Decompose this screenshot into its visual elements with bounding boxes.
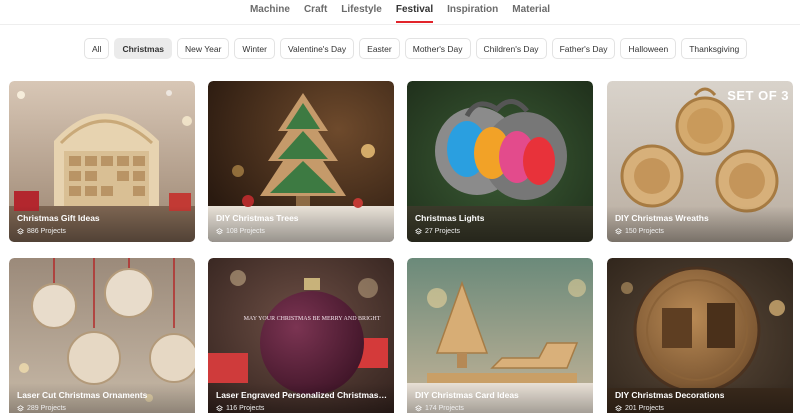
layers-icon bbox=[216, 228, 223, 235]
card-count-text: 174 Projects bbox=[425, 405, 464, 412]
filter-fathers-day[interactable]: Father's Day bbox=[551, 38, 616, 59]
tab-inspiration[interactable]: Inspiration bbox=[440, 0, 505, 24]
layers-icon bbox=[17, 228, 24, 235]
tab-craft[interactable]: Craft bbox=[297, 0, 334, 24]
project-card[interactable]: Christmas Lights 27 Projects bbox=[407, 81, 593, 242]
tab-material[interactable]: Material bbox=[505, 0, 557, 24]
layers-icon bbox=[415, 405, 422, 412]
layers-icon bbox=[216, 405, 223, 412]
tab-machine[interactable]: Machine bbox=[243, 0, 297, 24]
project-card[interactable]: MAY YOUR CHRISTMAS BE MERRY AND BRIGHT L… bbox=[208, 258, 394, 413]
card-count-text: 116 Projects bbox=[226, 405, 265, 412]
card-title: Laser Engraved Personalized Christmas Or… bbox=[216, 390, 388, 400]
card-count-text: 27 Projects bbox=[425, 228, 461, 235]
layers-icon bbox=[615, 228, 622, 235]
filter-childrens-day[interactable]: Children's Day bbox=[475, 38, 547, 59]
card-overlay bbox=[607, 206, 793, 242]
card-count: 201 Projects bbox=[615, 405, 664, 412]
card-title: DIY Christmas Decorations bbox=[615, 390, 725, 400]
project-card[interactable]: DIY Christmas Decorations 201 Projects bbox=[607, 258, 793, 413]
project-card[interactable]: Laser Cut Christmas Ornaments 289 Projec… bbox=[9, 258, 195, 413]
card-overlay bbox=[407, 206, 593, 242]
card-count-text: 201 Projects bbox=[625, 405, 664, 412]
filter-mothers-day[interactable]: Mother's Day bbox=[404, 38, 471, 59]
bauble-engraving: MAY YOUR CHRISTMAS BE MERRY AND BRIGHT bbox=[244, 316, 381, 322]
project-card[interactable]: SET OF 3 DIY Christmas Wreaths 150 Proje… bbox=[607, 81, 793, 242]
filter-valentines-day[interactable]: Valentine's Day bbox=[279, 38, 355, 59]
card-title: Laser Cut Christmas Ornaments bbox=[17, 390, 148, 400]
project-card[interactable]: Christmas Gift Ideas 886 Projects bbox=[9, 81, 195, 242]
card-title: DIY Christmas Card Ideas bbox=[415, 390, 519, 400]
card-count-text: 108 Projects bbox=[226, 228, 265, 235]
project-card[interactable]: DIY Christmas Card Ideas 174 Projects bbox=[407, 258, 593, 413]
filter-chips: All Christmas New Year Winter Valentine'… bbox=[84, 38, 748, 59]
tab-festival[interactable]: Festival bbox=[389, 0, 440, 24]
card-count: 116 Projects bbox=[216, 405, 264, 412]
filter-winter[interactable]: Winter bbox=[234, 38, 275, 59]
card-count: 108 Projects bbox=[216, 228, 265, 235]
card-title: DIY Christmas Trees bbox=[216, 213, 299, 223]
card-count: 289 Projects bbox=[17, 405, 66, 412]
card-overlay bbox=[208, 206, 394, 242]
layers-icon bbox=[415, 228, 422, 235]
card-overlay bbox=[9, 206, 195, 242]
card-count: 886 Projects bbox=[17, 228, 66, 235]
layers-icon bbox=[615, 405, 622, 412]
nav-divider bbox=[0, 24, 800, 25]
filter-all[interactable]: All bbox=[84, 38, 110, 59]
card-title: DIY Christmas Wreaths bbox=[615, 213, 709, 223]
filter-thanksgiving[interactable]: Thanksgiving bbox=[681, 38, 748, 59]
card-count-text: 289 Projects bbox=[27, 405, 66, 412]
set-badge: SET OF 3 bbox=[727, 88, 789, 103]
card-title: Christmas Lights bbox=[415, 213, 485, 223]
tab-lifestyle[interactable]: Lifestyle bbox=[334, 0, 389, 24]
category-tabs: Machine Craft Lifestyle Festival Inspira… bbox=[0, 0, 800, 24]
filter-new-year[interactable]: New Year bbox=[177, 38, 230, 59]
card-count: 174 Projects bbox=[415, 405, 464, 412]
card-count: 150 Projects bbox=[615, 228, 664, 235]
filter-halloween[interactable]: Halloween bbox=[620, 38, 677, 59]
card-count: 27 Projects bbox=[415, 228, 460, 235]
card-count-text: 150 Projects bbox=[625, 228, 664, 235]
project-card[interactable]: DIY Christmas Trees 108 Projects bbox=[208, 81, 394, 242]
filter-christmas[interactable]: Christmas bbox=[114, 38, 173, 59]
card-title: Christmas Gift Ideas bbox=[17, 213, 100, 223]
filter-easter[interactable]: Easter bbox=[359, 38, 400, 59]
layers-icon bbox=[17, 405, 24, 412]
card-count-text: 886 Projects bbox=[27, 228, 66, 235]
